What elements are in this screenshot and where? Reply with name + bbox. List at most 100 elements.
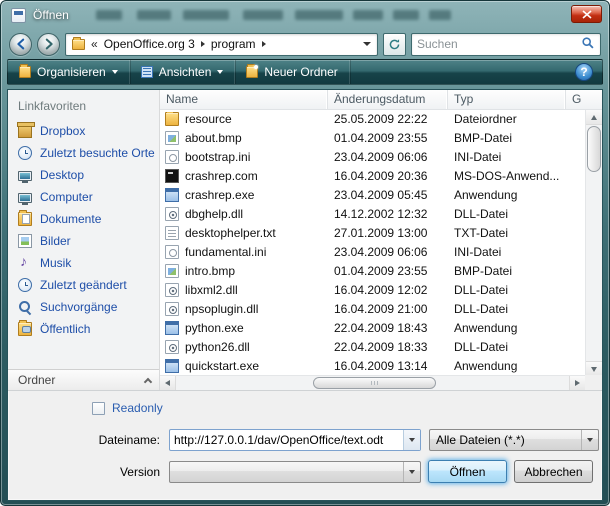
triangle-left-icon xyxy=(165,380,170,386)
list-header: Name Änderungsdatum Typ G xyxy=(160,90,602,110)
scroll-right-button[interactable] xyxy=(569,376,585,390)
favorites-sidebar: Linkfavoriten DropboxZuletzt besuchte Or… xyxy=(8,90,160,390)
file-name: fundamental.ini xyxy=(185,245,266,259)
scroll-down-button[interactable] xyxy=(586,361,602,376)
table-row[interactable]: resource25.05.2009 22:22Dateiordner xyxy=(160,110,585,129)
file-type: TXT-Datei xyxy=(448,226,566,240)
sidebar-item-recent-places[interactable]: Zuletzt besuchte Orte xyxy=(8,142,159,164)
vertical-scrollbar[interactable] xyxy=(585,110,602,376)
search-icon[interactable] xyxy=(581,36,595,53)
sidebar-item-label: Dropbox xyxy=(40,124,85,138)
views-label: Ansichten xyxy=(159,65,212,79)
table-row[interactable]: desktophelper.txt27.01.2009 13:00TXT-Dat… xyxy=(160,224,585,243)
version-row: Version Öffnen Abbrechen xyxy=(8,460,602,483)
vertical-scroll-thumb[interactable] xyxy=(587,126,601,172)
horizontal-scrollbar[interactable] xyxy=(160,375,585,390)
forward-button[interactable] xyxy=(37,33,60,56)
sidebar-item-recently-changed[interactable]: Zuletzt geändert xyxy=(8,274,159,296)
sidebar-item-pictures[interactable]: Bilder xyxy=(8,230,159,252)
table-row[interactable]: npsoplugin.dll16.04.2009 21:00DLL-Datei xyxy=(160,300,585,319)
table-row[interactable]: libxml2.dll16.04.2009 12:02DLL-Datei xyxy=(160,281,585,300)
titlebar[interactable]: Öffnen xyxy=(1,1,609,29)
version-dropdown-button[interactable] xyxy=(403,462,420,482)
chevron-up-icon xyxy=(144,377,152,385)
help-button[interactable]: ? xyxy=(575,63,593,81)
sidebar-item-dropbox[interactable]: Dropbox xyxy=(8,120,159,142)
file-name: resource xyxy=(185,112,232,126)
table-row[interactable]: python.exe22.04.2009 18:43Anwendung xyxy=(160,319,585,338)
back-button[interactable] xyxy=(9,33,32,56)
file-date: 16.04.2009 20:36 xyxy=(328,169,448,183)
dll-file-icon xyxy=(165,207,179,221)
file-date: 23.04.2009 06:06 xyxy=(328,150,448,164)
breadcrumb-dropdown-icon[interactable] xyxy=(363,42,371,46)
folders-expander[interactable]: Ordner xyxy=(8,369,159,390)
close-button[interactable] xyxy=(571,5,602,23)
sidebar-item-public[interactable]: Öffentlich xyxy=(8,318,159,340)
organize-button[interactable]: Organisieren xyxy=(8,60,130,84)
file-date: 23.04.2009 05:45 xyxy=(328,188,448,202)
file-type: MS-DOS-Anwend... xyxy=(448,169,566,183)
table-row[interactable]: about.bmp01.04.2009 23:55BMP-Datei xyxy=(160,129,585,148)
sidebar-item-label: Musik xyxy=(40,256,71,270)
refresh-button[interactable] xyxy=(383,33,406,56)
filetype-dropdown-button[interactable] xyxy=(581,430,598,450)
sidebar-item-documents[interactable]: Dokumente xyxy=(8,208,159,230)
search-box[interactable] xyxy=(411,33,601,56)
column-header-name[interactable]: Name xyxy=(160,90,328,109)
sidebar-item-desktop[interactable]: Desktop xyxy=(8,164,159,186)
column-header-size[interactable]: G xyxy=(566,90,602,109)
breadcrumb-overflow[interactable]: « xyxy=(91,37,98,51)
table-row[interactable]: bootstrap.ini23.04.2009 06:06INI-Datei xyxy=(160,148,585,167)
file-type: INI-Datei xyxy=(448,150,566,164)
filename-dropdown-button[interactable] xyxy=(403,430,420,450)
sidebar-item-music[interactable]: Musik xyxy=(8,252,159,274)
sidebar-item-searches[interactable]: Suchvorgänge xyxy=(8,296,159,318)
breadcrumb-item[interactable]: program xyxy=(211,37,256,51)
organize-label: Organisieren xyxy=(37,65,106,79)
scroll-up-button[interactable] xyxy=(586,110,602,125)
open-button[interactable]: Öffnen xyxy=(428,460,507,483)
breadcrumb[interactable]: « OpenOffice.org 3 program xyxy=(65,33,378,56)
refresh-icon xyxy=(388,38,401,51)
dos-file-icon xyxy=(165,169,179,183)
filename-combo[interactable] xyxy=(169,429,421,451)
folder-icon xyxy=(72,39,85,50)
chevron-right-icon[interactable] xyxy=(262,41,266,47)
file-type: Anwendung xyxy=(448,321,566,335)
horizontal-scroll-thumb[interactable] xyxy=(313,377,436,389)
breadcrumb-item[interactable]: OpenOffice.org 3 xyxy=(104,37,195,51)
filetype-select[interactable]: Alle Dateien (*.*) xyxy=(429,429,599,451)
file-type: INI-Datei xyxy=(448,245,566,259)
file-name: about.bmp xyxy=(185,131,242,145)
table-row[interactable]: crashrep.exe23.04.2009 05:45Anwendung xyxy=(160,186,585,205)
column-header-date[interactable]: Änderungsdatum xyxy=(328,90,448,109)
table-row[interactable]: fundamental.ini23.04.2009 06:06INI-Datei xyxy=(160,243,585,262)
readonly-checkbox[interactable] xyxy=(92,402,105,415)
column-header-type[interactable]: Typ xyxy=(448,90,566,109)
window-icon[interactable] xyxy=(11,8,26,23)
cancel-button[interactable]: Abbrechen xyxy=(514,460,593,483)
table-row[interactable]: intro.bmp01.04.2009 23:55BMP-Datei xyxy=(160,262,585,281)
search-input[interactable] xyxy=(417,37,581,51)
desktop-icon xyxy=(18,171,32,181)
views-button[interactable]: Ansichten xyxy=(130,60,236,84)
readonly-label[interactable]: Readonly xyxy=(112,401,163,415)
file-name: dbghelp.dll xyxy=(185,207,243,221)
scroll-left-button[interactable] xyxy=(160,376,176,390)
sidebar-item-computer[interactable]: Computer xyxy=(8,186,159,208)
filename-input[interactable] xyxy=(170,433,403,447)
sidebar-item-label: Dokumente xyxy=(40,212,101,226)
file-date: 22.04.2009 18:43 xyxy=(328,321,448,335)
file-type: Anwendung xyxy=(448,359,566,373)
glass-bleed xyxy=(393,10,419,20)
new-folder-button[interactable]: Neuer Ordner xyxy=(235,60,349,84)
bmp-file-icon xyxy=(165,264,179,278)
table-row[interactable]: dbghelp.dll14.12.2002 12:32DLL-Datei xyxy=(160,205,585,224)
chevron-right-icon[interactable] xyxy=(201,41,205,47)
chevron-down-icon xyxy=(587,438,593,442)
table-row[interactable]: crashrep.com16.04.2009 20:36MS-DOS-Anwen… xyxy=(160,167,585,186)
table-row[interactable]: quickstart.exe16.04.2009 13:14Anwendung xyxy=(160,357,585,375)
table-row[interactable]: python26.dll22.04.2009 18:33DLL-Datei xyxy=(160,338,585,357)
version-select[interactable] xyxy=(169,461,421,483)
